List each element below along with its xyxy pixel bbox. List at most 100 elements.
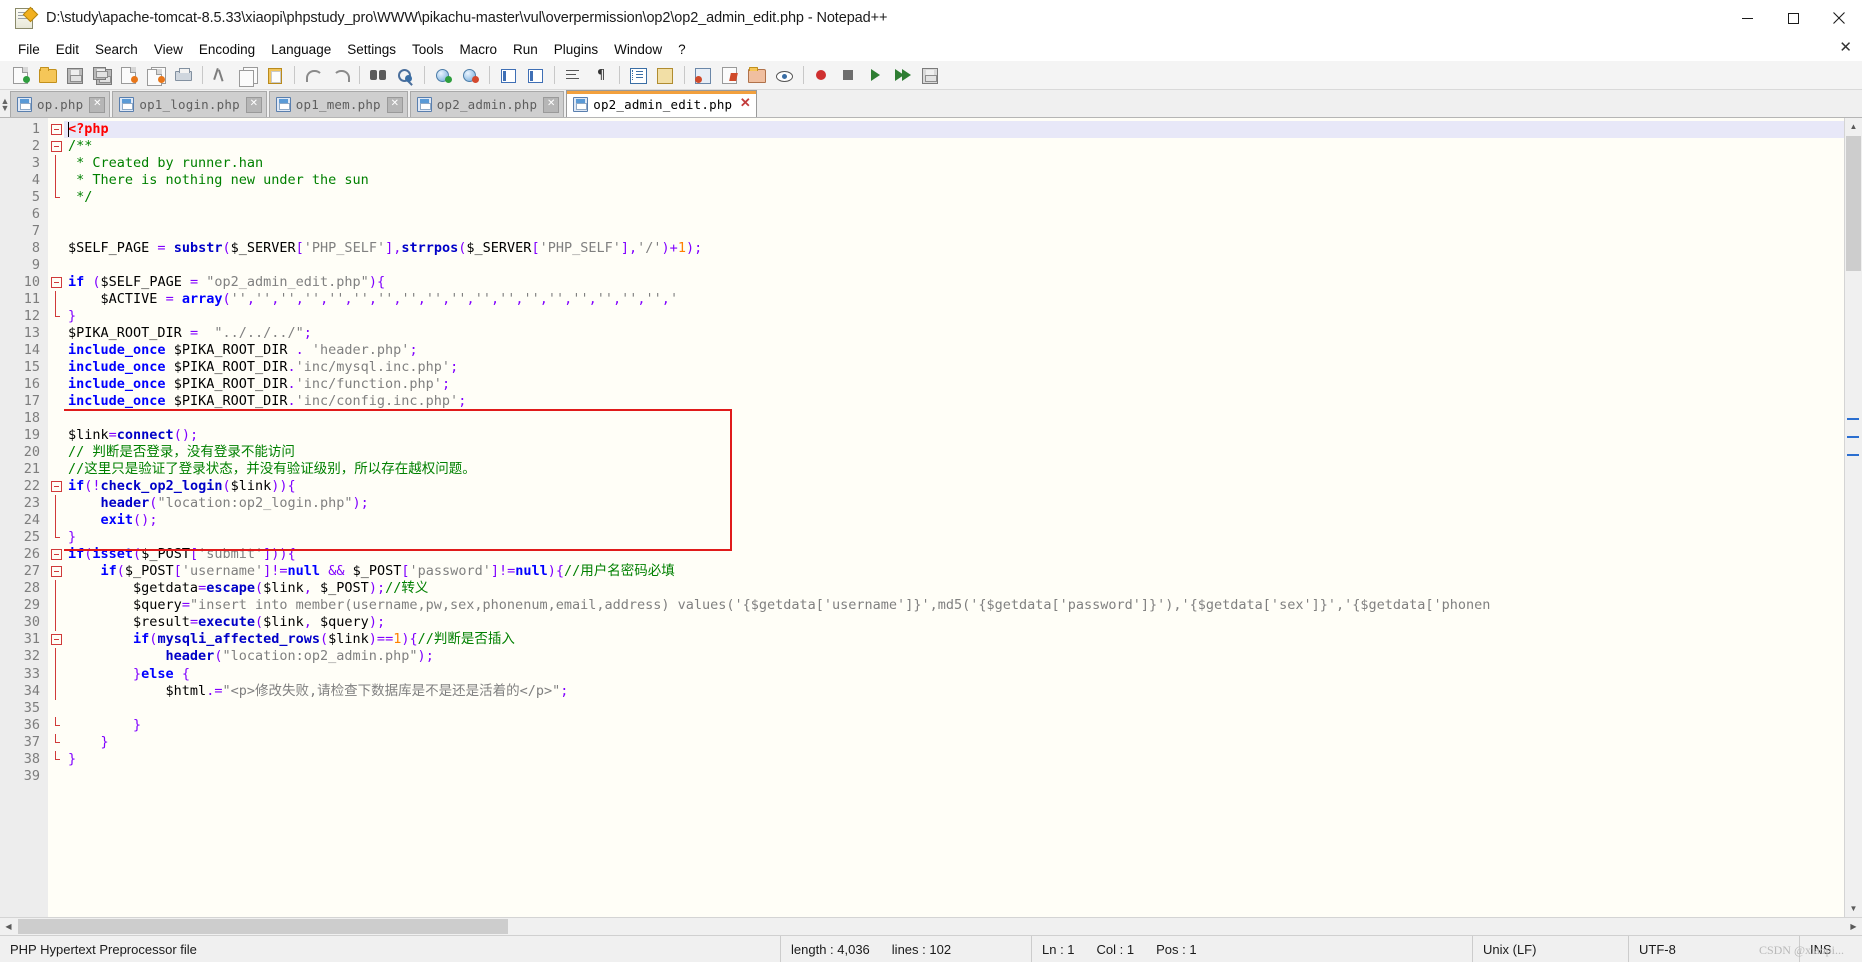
code-line[interactable]	[64, 768, 1844, 785]
redo-icon[interactable]	[327, 63, 353, 87]
menu-item-tools[interactable]: Tools	[404, 40, 452, 59]
tab-close-icon[interactable]: ✕	[89, 96, 106, 113]
fold-cell[interactable]	[48, 631, 64, 648]
horizontal-scroll-thumb[interactable]	[18, 919, 508, 934]
tab-scroll-arrows[interactable]: ▲ ▼	[0, 95, 10, 115]
indent-guide-icon[interactable]	[625, 63, 651, 87]
code-line[interactable]	[64, 700, 1844, 717]
fold-cell[interactable]	[48, 461, 64, 478]
code-line[interactable]: $link=connect();	[64, 427, 1844, 444]
code-line[interactable]: include_once $PIKA_ROOT_DIR.'inc/functio…	[64, 376, 1844, 393]
scroll-right-button[interactable]: ▶	[1845, 918, 1862, 935]
code-line[interactable]: $PIKA_ROOT_DIR = "../../../";	[64, 325, 1844, 342]
code-line[interactable]: }	[64, 529, 1844, 546]
code-line[interactable]: $html.="<p>修改失败,请检查下数据库是不是还是活着的</p>";	[64, 683, 1844, 700]
code-text[interactable]: <?php/** * Created by runner.han * There…	[64, 118, 1844, 917]
show-all-chars-icon[interactable]: ¶	[587, 63, 613, 87]
scroll-up-button[interactable]: ▲	[1845, 118, 1862, 135]
fold-cell[interactable]	[48, 682, 64, 700]
code-line[interactable]: include_once $PIKA_ROOT_DIR.'inc/mysql.i…	[64, 359, 1844, 376]
macro-play-icon[interactable]	[863, 63, 889, 87]
code-line[interactable]: exit();	[64, 512, 1844, 529]
menu-item-window[interactable]: Window	[606, 40, 670, 59]
undo-icon[interactable]	[300, 63, 326, 87]
code-line[interactable]: header("location:op2_admin.php");	[64, 648, 1844, 665]
new-file-icon[interactable]	[8, 63, 34, 87]
fold-cell[interactable]	[48, 750, 64, 768]
fold-cell[interactable]	[48, 665, 64, 683]
fold-cell[interactable]	[48, 580, 64, 598]
code-line[interactable]	[64, 223, 1844, 240]
code-line[interactable]: <?php	[64, 121, 1844, 139]
menu-item-encoding[interactable]: Encoding	[191, 40, 263, 59]
maximize-button[interactable]	[1770, 0, 1816, 36]
fold-cell[interactable]	[48, 393, 64, 410]
fold-cell[interactable]	[48, 768, 64, 785]
fold-cell[interactable]	[48, 648, 64, 666]
code-line[interactable]: * Created by runner.han	[64, 155, 1844, 172]
menu-item-edit[interactable]: Edit	[48, 40, 87, 59]
replace-icon[interactable]	[392, 63, 418, 87]
code-line[interactable]: //这里只是验证了登录状态，并没有验证级别，所以存在越权问题。	[64, 461, 1844, 478]
code-line[interactable]: * There is nothing new under the sun	[64, 172, 1844, 189]
fold-cell[interactable]	[48, 223, 64, 240]
menu-item-macro[interactable]: Macro	[452, 40, 506, 59]
sync-vertical-icon[interactable]	[495, 63, 521, 87]
code-line[interactable]: /**	[64, 138, 1844, 155]
menu-item-plugins[interactable]: Plugins	[546, 40, 606, 59]
fold-cell[interactable]	[48, 716, 64, 734]
code-line[interactable]: include_once $PIKA_ROOT_DIR.'inc/config.…	[64, 393, 1844, 410]
tab-close-icon[interactable]: ✕	[543, 96, 560, 113]
fold-cell[interactable]	[48, 342, 64, 359]
show-ui-icon[interactable]	[652, 63, 678, 87]
code-line[interactable]	[64, 410, 1844, 427]
close-document-icon[interactable]: ✕	[1839, 39, 1852, 57]
code-line[interactable]: if($_POST['username']!=null && $_POST['p…	[64, 563, 1844, 580]
paste-icon[interactable]	[262, 63, 288, 87]
code-line[interactable]: if(mysqli_affected_rows($link)==1){//判断是…	[64, 631, 1844, 648]
print-icon[interactable]	[170, 63, 196, 87]
tab-op-php[interactable]: op.php ✕	[10, 91, 111, 117]
code-line[interactable]: // 判断是否登录，没有登录不能访问	[64, 444, 1844, 461]
code-line[interactable]: header("location:op2_login.php");	[64, 495, 1844, 512]
copy-icon[interactable]	[235, 63, 261, 87]
tab-op2-admin-php[interactable]: op2_admin.php ✕	[409, 91, 565, 117]
zoom-out-icon[interactable]	[457, 63, 483, 87]
code-line[interactable]: $ACTIVE = array('','','','','','','','',…	[64, 291, 1844, 308]
word-wrap-icon[interactable]	[560, 63, 586, 87]
code-line[interactable]: $query="insert into member(username,pw,s…	[64, 597, 1844, 614]
fold-cell[interactable]	[48, 206, 64, 223]
code-line[interactable]: include_once $PIKA_ROOT_DIR . 'header.ph…	[64, 342, 1844, 359]
scroll-down-button[interactable]: ▼	[1845, 900, 1862, 917]
function-list-icon[interactable]	[717, 63, 743, 87]
user-defined-lang-icon[interactable]	[690, 63, 716, 87]
cut-icon[interactable]	[208, 63, 234, 87]
minimize-button[interactable]	[1724, 0, 1770, 36]
horizontal-scrollbar[interactable]: ◀ ▶	[0, 917, 1862, 935]
fold-margin[interactable]	[48, 118, 64, 917]
menu-item-settings[interactable]: Settings	[339, 40, 404, 59]
tab-close-icon[interactable]: ✕	[738, 96, 752, 111]
code-line[interactable]: }else {	[64, 666, 1844, 683]
fold-cell[interactable]	[48, 478, 64, 495]
fold-cell[interactable]	[48, 121, 64, 138]
code-line[interactable]: }	[64, 734, 1844, 751]
zoom-in-icon[interactable]	[430, 63, 456, 87]
menu-item-language[interactable]: Language	[263, 40, 339, 59]
fold-cell[interactable]	[48, 495, 64, 513]
fold-cell[interactable]	[48, 359, 64, 376]
fold-cell[interactable]	[48, 410, 64, 427]
tab-op1-login-php[interactable]: op1_login.php ✕	[112, 91, 267, 117]
tab-close-icon[interactable]: ✕	[386, 96, 403, 113]
menu-item-search[interactable]: Search	[87, 40, 146, 59]
folder-as-workspace-icon[interactable]	[744, 63, 770, 87]
code-line[interactable]: }	[64, 308, 1844, 325]
code-line[interactable]	[64, 257, 1844, 274]
code-line[interactable]: if(!check_op2_login($link)){	[64, 478, 1844, 495]
find-icon[interactable]	[365, 63, 391, 87]
fold-cell[interactable]	[48, 376, 64, 393]
open-file-icon[interactable]	[35, 63, 61, 87]
monitor-icon[interactable]	[771, 63, 797, 87]
fold-cell[interactable]	[48, 172, 64, 190]
macro-save-icon[interactable]	[917, 63, 943, 87]
